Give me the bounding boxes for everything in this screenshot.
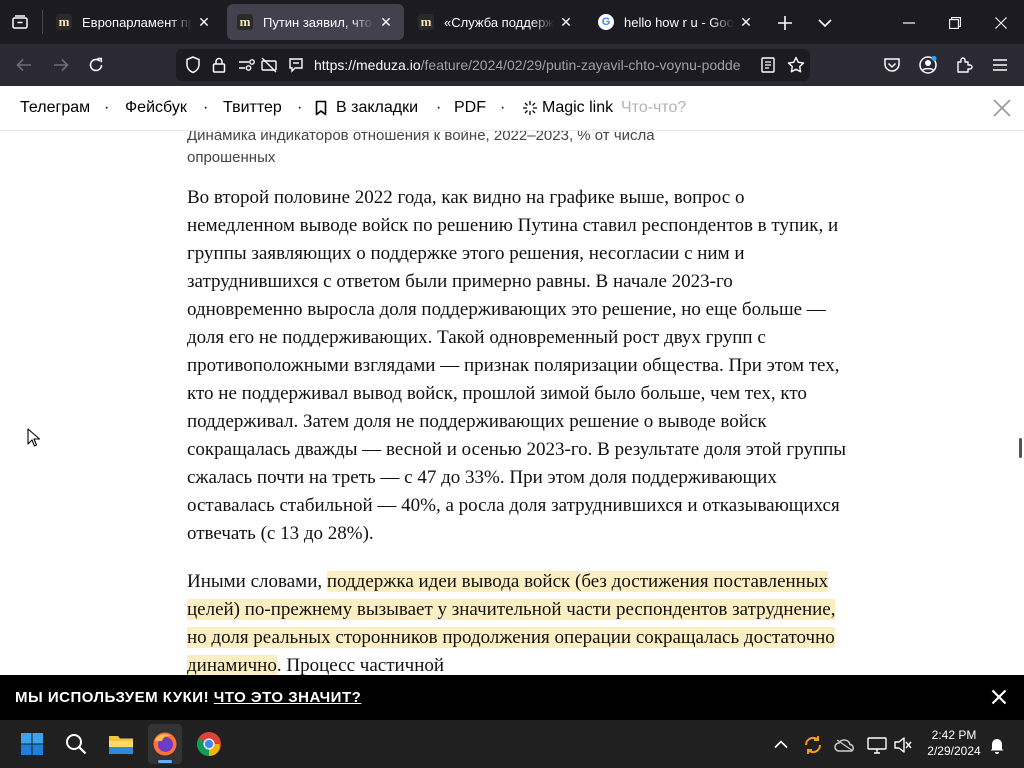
minimize-icon[interactable]: [898, 12, 920, 34]
network-icon[interactable]: [866, 734, 888, 756]
tab-1[interactable]: m Европарламент прин… ✕: [46, 4, 222, 40]
magic-link-help[interactable]: Что-что?: [621, 99, 686, 117]
clock-date: 2/29/2024: [927, 744, 981, 758]
paragraph-tail: . Процесс частичной: [276, 655, 445, 676]
tab-list-icon[interactable]: [10, 12, 30, 32]
url-host: https://meduza.io: [314, 57, 421, 73]
firefox-running-indicator: [158, 760, 172, 763]
close-cookie-icon[interactable]: [988, 687, 1010, 709]
meduza-favicon: m: [56, 14, 72, 30]
share-bookmarks[interactable]: В закладки: [336, 99, 418, 117]
close-tab-icon[interactable]: ✕: [378, 14, 394, 31]
tab-2-active[interactable]: m Путин заявил, что вой… ✕: [227, 4, 404, 40]
tab-divider: [42, 10, 43, 34]
list-all-tabs-icon[interactable]: [814, 12, 836, 34]
search-icon[interactable]: [63, 731, 89, 757]
volume-muted-icon[interactable]: [892, 734, 914, 756]
meduza-favicon: m: [418, 14, 434, 30]
tab-title: «Служба поддержки»…: [444, 14, 554, 30]
mouse-cursor-icon: [26, 427, 40, 447]
system-clock[interactable]: 2:42 PM 2/29/2024: [925, 727, 983, 759]
tab-title: hello how r u - Google: [624, 14, 734, 30]
camera-blocked-icon[interactable]: [258, 54, 280, 76]
reload-icon[interactable]: [85, 54, 107, 76]
close-tab-icon[interactable]: ✕: [196, 14, 212, 31]
account-icon[interactable]: [917, 54, 939, 76]
separator-dot: ·: [436, 99, 442, 116]
forward-icon[interactable]: [50, 54, 72, 76]
tracking-protection-icon[interactable]: [182, 54, 204, 76]
page-info-icon[interactable]: [285, 54, 307, 76]
url-text[interactable]: https://meduza.io/feature/2024/02/29/put…: [314, 57, 754, 73]
notifications-icon[interactable]: [986, 734, 1008, 756]
url-path: /feature/2024/02/29/putin-zayavil-chto-v…: [420, 57, 741, 73]
share-pdf[interactable]: PDF: [454, 99, 486, 117]
article-paragraph-2: Иными словами, поддержка идеи вывода вой…: [187, 568, 847, 680]
close-tab-icon[interactable]: ✕: [558, 14, 574, 31]
cookie-message: МЫ ИСПОЛЬЗУЕМ КУКИ! ЧТО ЭТО ЗНАЧИТ?: [15, 689, 361, 706]
lock-icon[interactable]: [208, 54, 230, 76]
clock-time: 2:42 PM: [931, 728, 977, 742]
tab-3[interactable]: m «Служба поддержки»… ✕: [408, 4, 584, 40]
show-hidden-icons-icon[interactable]: [771, 734, 791, 754]
firefox-icon[interactable]: [151, 730, 179, 758]
cookie-text: МЫ ИСПОЛЬЗУЕМ КУКИ!: [15, 689, 210, 706]
windows-start-icon[interactable]: [19, 731, 45, 757]
permissions-icon[interactable]: [236, 54, 258, 76]
pocket-icon[interactable]: [881, 54, 903, 76]
tab-title: Европарламент прин…: [82, 14, 192, 30]
app-menu-icon[interactable]: [989, 54, 1011, 76]
separator-dot: ·: [203, 99, 209, 116]
paragraph-lead: Иными словами,: [187, 571, 327, 592]
close-tab-icon[interactable]: ✕: [738, 14, 754, 31]
magic-link-icon[interactable]: [521, 99, 539, 117]
google-favicon: G: [598, 14, 614, 30]
separator-dot: ·: [297, 99, 303, 116]
chrome-icon[interactable]: [195, 730, 223, 758]
separator-dot: ·: [500, 99, 506, 116]
tab-title: Путин заявил, что вой…: [263, 14, 374, 30]
scrollbar-thumb[interactable]: [1019, 438, 1022, 458]
share-twitter[interactable]: Твиттер: [223, 99, 282, 117]
new-tab-icon[interactable]: [774, 12, 796, 34]
meduza-favicon: m: [237, 14, 253, 30]
share-telegram[interactable]: Телеграм: [20, 99, 90, 117]
bookmark-icon[interactable]: [314, 99, 328, 117]
onedrive-icon[interactable]: [834, 734, 856, 756]
share-magic-link[interactable]: Magic link: [542, 99, 613, 117]
bookmark-star-icon[interactable]: [785, 54, 807, 76]
chart-caption: Динамика индикаторов отношения к войне, …: [187, 127, 655, 166]
close-window-icon[interactable]: [990, 12, 1012, 34]
close-share-bar-icon[interactable]: [991, 97, 1013, 119]
separator-dot: ·: [104, 99, 110, 116]
extensions-icon[interactable]: [953, 54, 975, 76]
share-facebook[interactable]: Фейсбук: [125, 99, 187, 117]
article-paragraph-1: Во второй половине 2022 года, как видно …: [187, 187, 847, 544]
file-explorer-icon[interactable]: [107, 731, 135, 757]
restore-icon[interactable]: [944, 12, 966, 34]
sync-app-icon[interactable]: [802, 734, 824, 756]
cookie-info-link[interactable]: ЧТО ЭТО ЗНАЧИТ?: [214, 689, 362, 706]
tab-4[interactable]: G hello how r u - Google ✕: [588, 4, 764, 40]
reader-view-icon[interactable]: [757, 54, 779, 76]
back-icon[interactable]: [13, 54, 35, 76]
